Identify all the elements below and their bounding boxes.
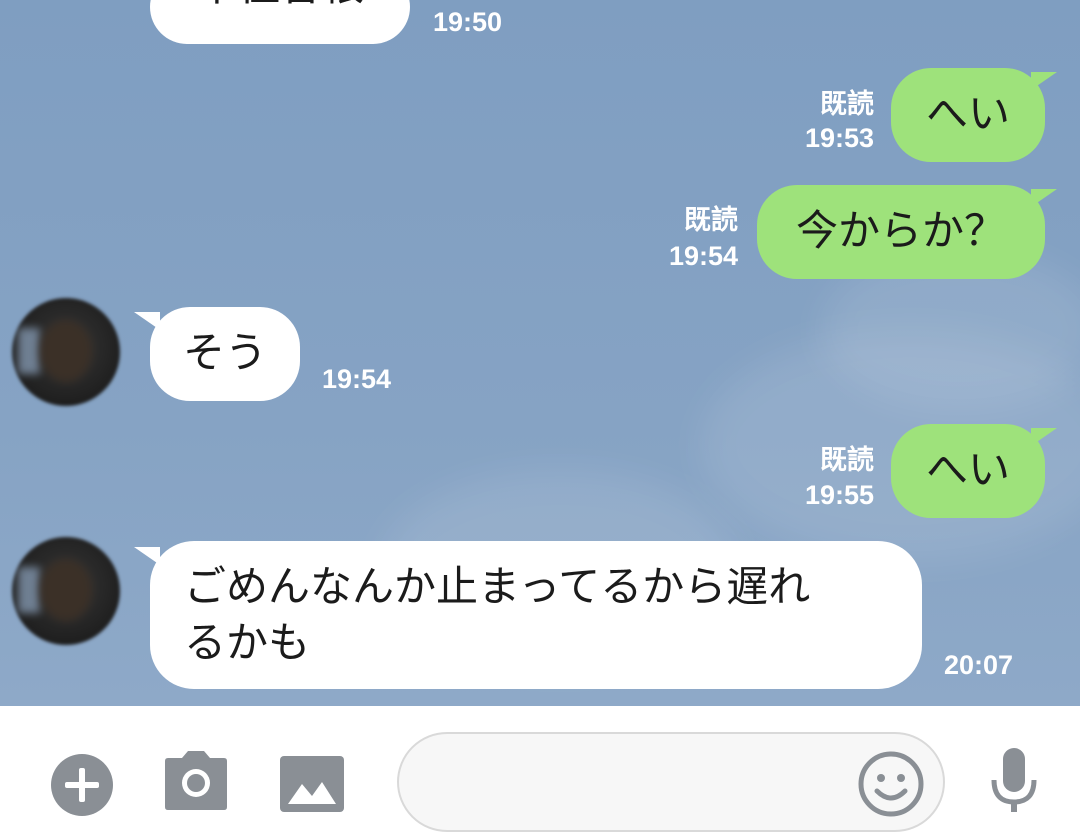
message-bubble-outgoing[interactable]: へい [891,424,1045,518]
camera-icon [165,751,227,810]
message-text: そう [182,328,267,377]
image-icon [280,756,344,812]
contact-avatar[interactable] [12,298,120,406]
message-time: 19:54 [668,241,738,271]
message-text-line: るかも [184,618,311,667]
microphone-icon [991,748,1037,812]
message-time: 19:54 [322,364,392,394]
message-bubble-incoming[interactable]: ごめんなんか止まってるから遅れ るかも [150,541,922,689]
input-toolbar [0,706,1080,832]
smiley-icon [858,751,924,817]
message-bubble-outgoing[interactable]: へい [891,68,1045,162]
chat-area[interactable]: 千住曽根 19:50 既読 19:53 へい 既読 19:54 今からか？ そう… [0,0,1080,706]
message-bubble-incoming[interactable]: 千住曽根 [150,0,410,44]
message-time: 20:07 [944,650,1014,680]
plus-circle-icon [51,754,113,816]
message-bubble-outgoing[interactable]: 今からか？ [757,185,1045,279]
camera-button[interactable] [164,750,228,810]
message-text: へい [925,445,1010,494]
message-text: へい [925,89,1010,138]
message-text: 千住曽根 [196,0,364,10]
bubble-tail [1031,189,1057,207]
read-receipt: 既読 [684,205,738,235]
add-button[interactable] [50,753,114,817]
message-text: 今からか？ [795,206,1006,255]
bubble-tail [1031,72,1057,90]
image-button[interactable] [280,756,344,812]
message-text-line: ごめんなんか止まってるから遅れ [184,562,811,611]
emoji-button[interactable] [858,751,924,817]
message-time: 19:55 [804,480,874,510]
read-receipt: 既読 [820,445,874,475]
read-receipt: 既読 [820,89,874,119]
message-bubble-incoming[interactable]: そう [150,307,300,401]
microphone-button[interactable] [988,746,1040,812]
bubble-tail [1031,428,1057,446]
contact-avatar[interactable] [12,537,120,645]
message-time: 19:50 [433,7,503,37]
message-time: 19:53 [804,123,874,153]
